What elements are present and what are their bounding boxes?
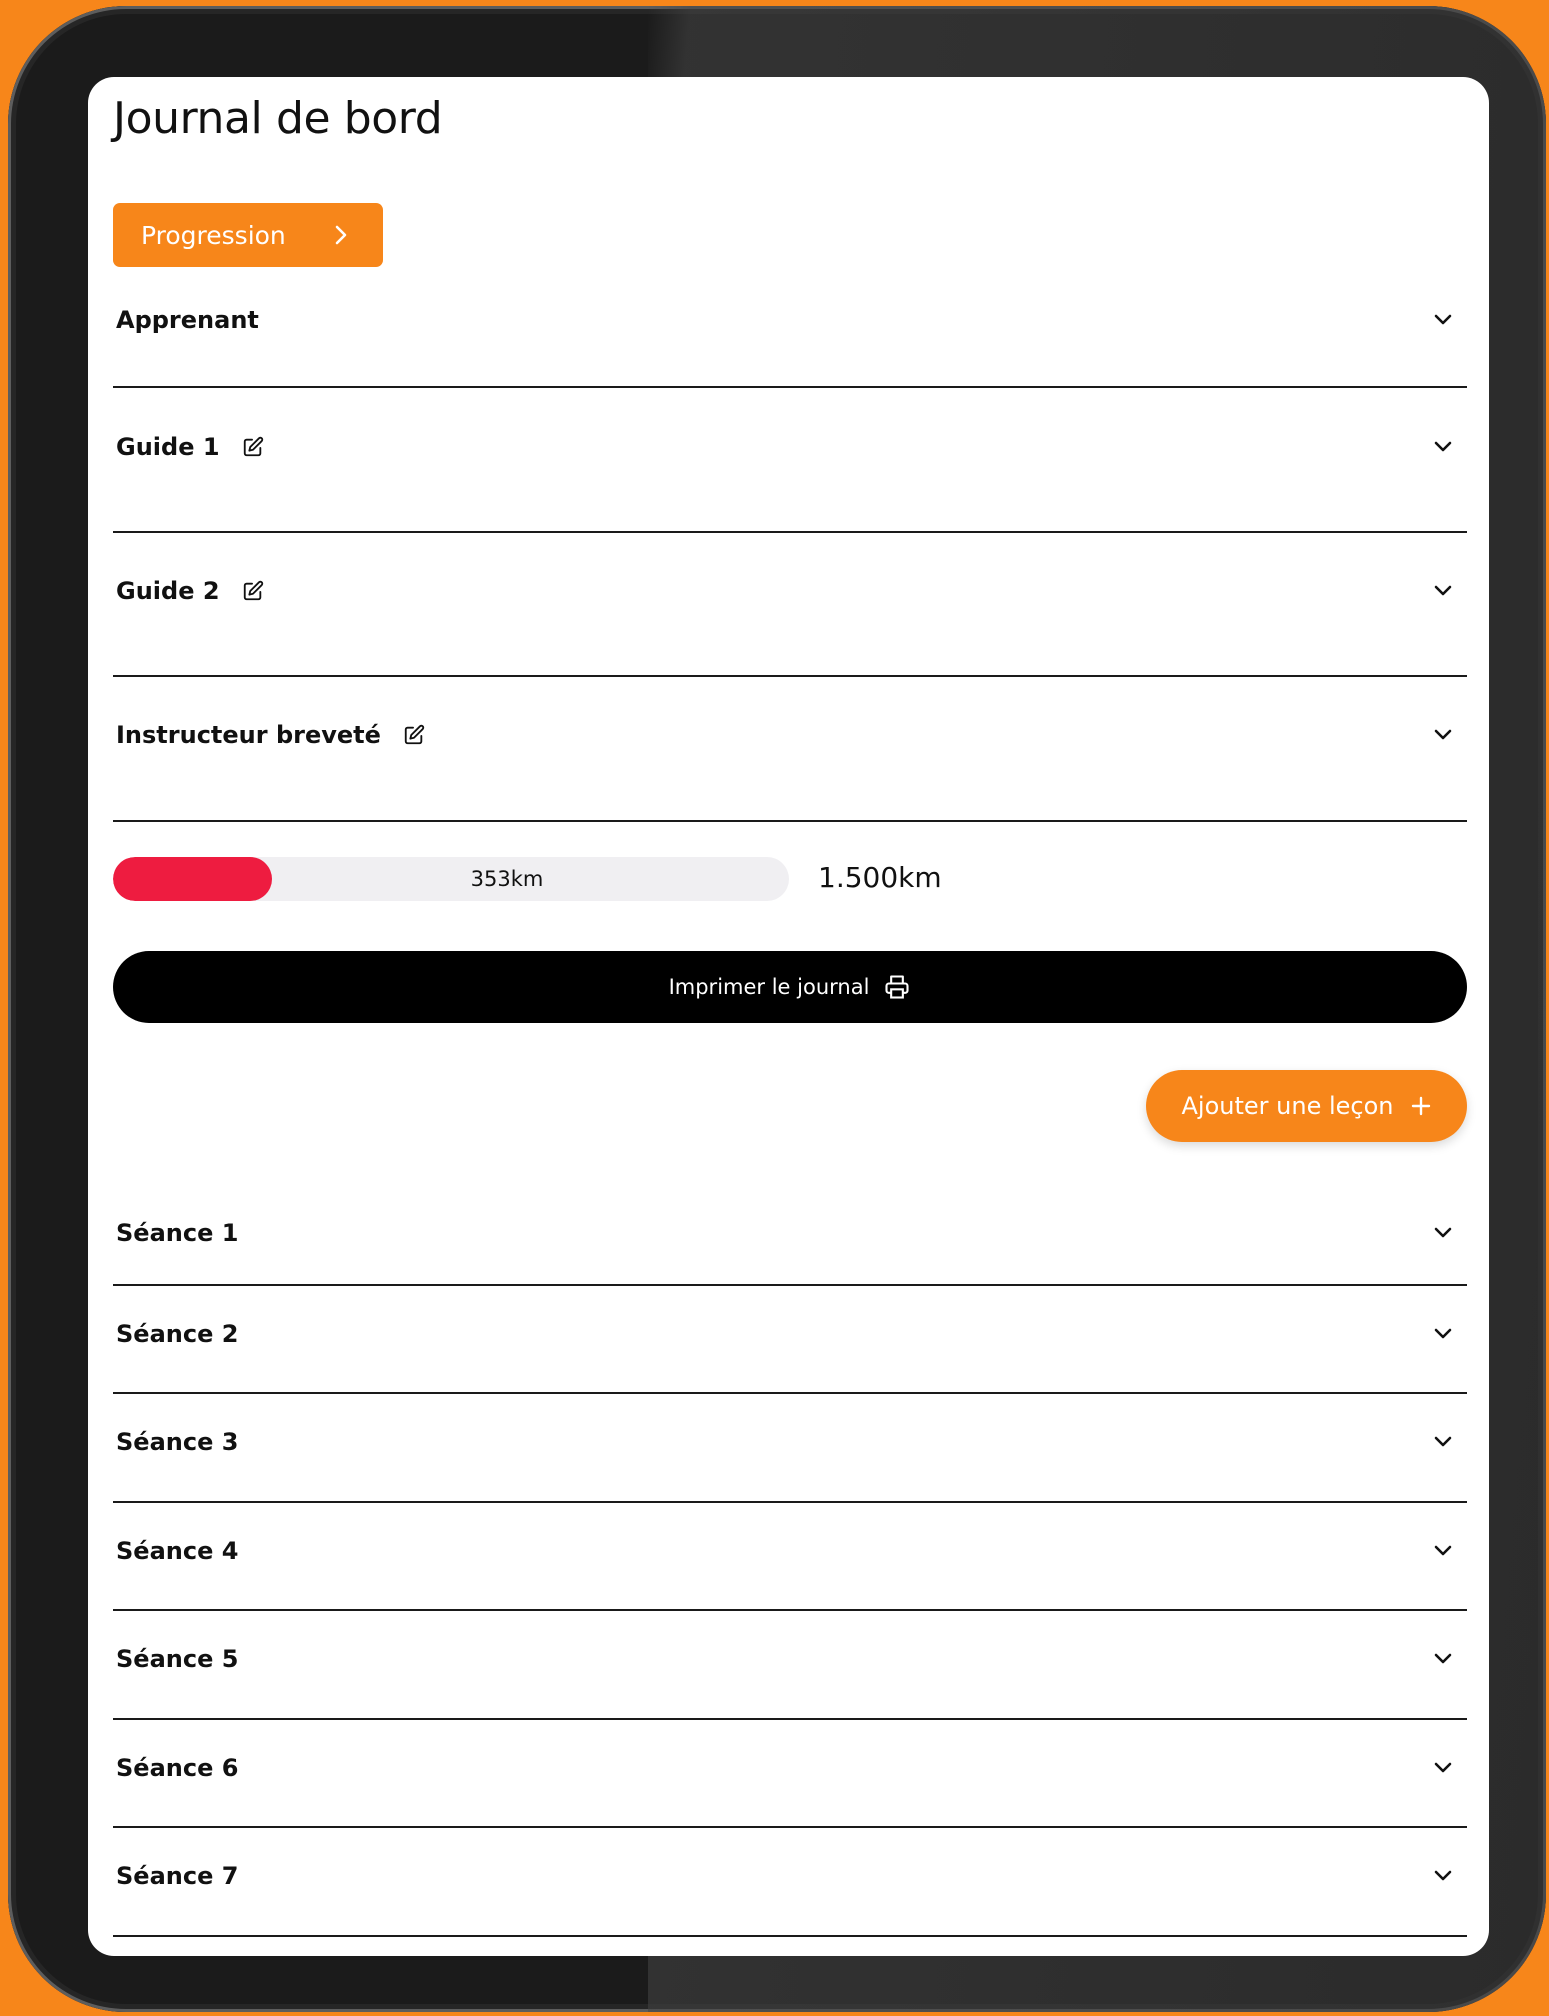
accordion-seance-1[interactable]: Séance 1 [113, 1186, 1467, 1286]
accordion-seance-2[interactable]: Séance 2 [113, 1286, 1467, 1394]
page-title: Journal de bord [113, 93, 443, 144]
accordion-label: Séance 1 [116, 1219, 239, 1247]
chevron-down-icon [1433, 1434, 1453, 1453]
chevron-down-icon [1433, 312, 1453, 331]
chevron-down-icon [1433, 1543, 1453, 1562]
accordion-instructeur[interactable]: Instructeur breveté [113, 677, 1467, 822]
accordion-guide-2[interactable]: Guide 2 [113, 533, 1467, 677]
add-lesson-button-label: Ajouter une leçon [1181, 1092, 1394, 1120]
accordion-label: Séance 2 [116, 1320, 239, 1348]
accordion-label: Instructeur breveté [116, 721, 381, 749]
accordion-seance-6[interactable]: Séance 6 [113, 1720, 1467, 1828]
accordion-label: Guide 1 [116, 433, 220, 461]
accordion-label: Séance 7 [116, 1862, 239, 1890]
chevron-right-icon [334, 223, 348, 252]
accordion-label: Séance 4 [116, 1537, 239, 1565]
accordion-label: Apprenant [116, 306, 259, 334]
progression-button[interactable]: Progression [113, 203, 383, 267]
accordion-label: Séance 5 [116, 1645, 239, 1673]
distance-target-label: 1.500km [818, 861, 942, 894]
accordion-seance-3[interactable]: Séance 3 [113, 1394, 1467, 1503]
accordion-seance-7[interactable]: Séance 7 [113, 1828, 1467, 1937]
accordion-label: Guide 2 [116, 577, 220, 605]
tablet-frame: Journal de bord Progression Apprenant Gu… [8, 6, 1546, 2012]
chevron-down-icon [1433, 1326, 1453, 1345]
accordion-label: Séance 3 [116, 1428, 239, 1456]
chevron-down-icon [1433, 1760, 1453, 1779]
progression-button-label: Progression [141, 220, 286, 250]
chevron-down-icon [1433, 583, 1453, 602]
accordion-apprenant[interactable]: Apprenant [113, 275, 1467, 388]
distance-progress-bar: 353km [113, 857, 789, 901]
plus-icon [1410, 1095, 1432, 1117]
edit-icon[interactable] [403, 724, 425, 746]
distance-current-label: 353km [470, 867, 544, 891]
chevron-down-icon [1433, 1651, 1453, 1670]
print-journal-button[interactable]: Imprimer le journal [113, 951, 1467, 1023]
printer-icon [883, 973, 911, 1001]
add-lesson-button[interactable]: Ajouter une leçon [1146, 1070, 1467, 1142]
accordion-guide-1[interactable]: Guide 1 [113, 388, 1467, 533]
chevron-down-icon [1433, 1868, 1453, 1887]
accordion-seance-4[interactable]: Séance 4 [113, 1503, 1467, 1611]
edit-icon[interactable] [242, 436, 264, 458]
app-screen: Journal de bord Progression Apprenant Gu… [88, 77, 1489, 1956]
edit-icon[interactable] [242, 580, 264, 602]
accordion-label: Séance 6 [116, 1754, 239, 1782]
chevron-down-icon [1433, 1225, 1453, 1244]
accordion-seance-5[interactable]: Séance 5 [113, 1611, 1467, 1720]
chevron-down-icon [1433, 727, 1453, 746]
print-button-label: Imprimer le journal [668, 975, 870, 999]
chevron-down-icon [1433, 439, 1453, 458]
